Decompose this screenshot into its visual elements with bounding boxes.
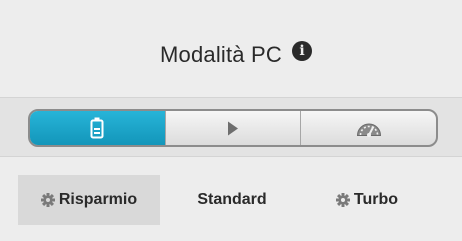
- play-icon: [228, 121, 238, 135]
- mode-label-risparmio[interactable]: Risparmio: [18, 175, 160, 225]
- battery-icon: [90, 117, 104, 139]
- mode-label-turbo[interactable]: Turbo: [312, 175, 422, 225]
- mode-label-text: Turbo: [353, 191, 399, 208]
- gauge-icon: [356, 123, 381, 137]
- gear-icon: [40, 193, 55, 207]
- mode-label-standard[interactable]: Standard: [172, 175, 292, 225]
- gear-icon: [335, 193, 350, 207]
- mode-labels: Risparmio Standard Turbo: [0, 175, 462, 225]
- mode-segment-risparmio[interactable]: [30, 111, 165, 145]
- info-icon[interactable]: i: [292, 41, 313, 61]
- mode-selector[interactable]: [28, 109, 438, 147]
- header: Modalità PC i: [0, 41, 462, 68]
- mode-segment-standard[interactable]: [164, 111, 301, 145]
- mode-label-text: Risparmio: [58, 191, 138, 208]
- page-title: Modalità PC: [159, 42, 283, 67]
- mode-label-text: Standard: [197, 191, 267, 208]
- mode-segment-turbo[interactable]: [300, 111, 436, 145]
